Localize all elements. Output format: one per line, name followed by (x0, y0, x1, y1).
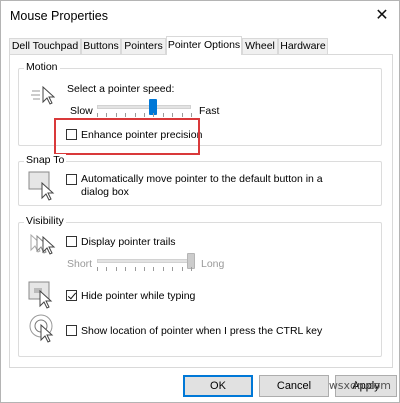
cancel-button[interactable]: Cancel (259, 375, 329, 397)
slider-tick (153, 267, 155, 271)
snap-to-checkbox[interactable] (66, 174, 77, 185)
show-location-ctrl-label: Show location of pointer when I press th… (81, 325, 323, 337)
slider-tick (97, 113, 98, 117)
pointer-speed-icon (31, 85, 55, 105)
slider-tick (162, 113, 164, 117)
tab-wheel[interactable]: Wheel (242, 38, 278, 54)
slider-tick (115, 113, 117, 117)
hide-pointer-while-typing-checkbox[interactable] (66, 290, 77, 301)
display-pointer-trails-checkbox[interactable] (66, 236, 77, 247)
close-icon[interactable]: ✕ (371, 5, 393, 25)
pointer-trails-track[interactable] (97, 259, 191, 263)
display-pointer-trails-label: Display pointer trails (81, 236, 176, 248)
snap-to-line2: dialog box (81, 186, 129, 198)
slider-tick (144, 113, 145, 117)
tab-buttons[interactable]: Buttons (81, 38, 121, 54)
slider-tick (134, 267, 136, 271)
slider-tick (153, 113, 155, 117)
window-title: Mouse Properties (10, 9, 108, 23)
hide-pointer-while-typing-label: Hide pointer while typing (81, 290, 196, 302)
tab-hardware[interactable]: Hardware (278, 38, 328, 54)
short-label: Short (67, 258, 93, 270)
pointer-speed-label: Select a pointer speed: (67, 83, 175, 95)
highlight-box (54, 118, 200, 155)
slider-tick (172, 267, 174, 271)
slider-tick (125, 113, 127, 117)
tab-pointer-options[interactable]: Pointer Options (166, 36, 242, 55)
slider-tick (162, 267, 164, 271)
slider-tick (134, 113, 136, 117)
slider-tick (106, 267, 108, 271)
slider-tick (181, 113, 183, 117)
slider-tick (115, 267, 117, 271)
ok-button[interactable]: OK (183, 375, 253, 397)
pointer-speed-track[interactable] (97, 105, 191, 109)
slider-tick (172, 113, 174, 117)
slow-label: Slow (70, 105, 93, 117)
title-bar: Mouse Properties ✕ (1, 1, 399, 31)
slider-tick (106, 113, 108, 117)
slider-tick (97, 267, 98, 271)
hide-pointer-icon (28, 281, 53, 309)
snap-to-group-label: Snap To (24, 154, 67, 166)
snap-to-icon (28, 171, 55, 201)
fast-label: Fast (199, 105, 220, 117)
slider-tick (191, 267, 192, 271)
watermark: wsxdn.com (328, 379, 391, 392)
pointer-trails-icon (30, 233, 56, 255)
tab-pointers[interactable]: Pointers (121, 38, 166, 54)
slider-tick (191, 113, 192, 117)
slider-tick (181, 267, 183, 271)
mouse-properties-dialog: Mouse Properties ✕ Dell Touchpad Buttons… (0, 0, 400, 403)
snap-to-line1: Automatically move pointer to the defaul… (81, 173, 323, 185)
long-label: Long (201, 258, 225, 270)
show-location-ctrl-checkbox[interactable] (66, 325, 77, 336)
show-location-icon (29, 314, 54, 343)
slider-tick (125, 267, 127, 271)
slider-tick (144, 267, 145, 271)
motion-group-label: Motion (24, 61, 60, 73)
tab-dell-touchpad[interactable]: Dell Touchpad (9, 38, 81, 54)
visibility-group-label: Visibility (24, 215, 66, 227)
